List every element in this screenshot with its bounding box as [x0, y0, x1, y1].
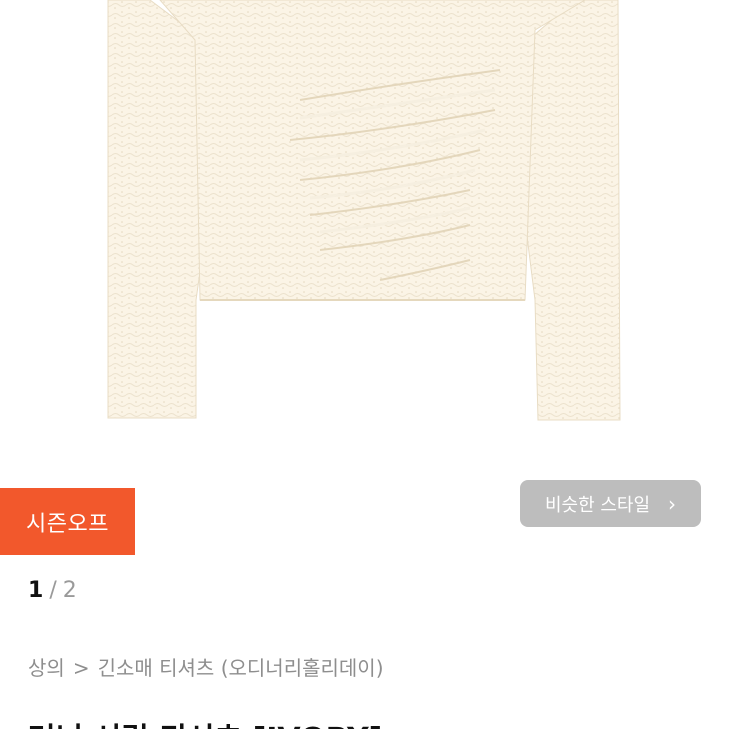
pagination-separator: / — [49, 578, 57, 603]
breadcrumb-item-category[interactable]: 상의 — [28, 656, 65, 680]
breadcrumb: 상의 > 긴소매 티셔츠 (오디너리홀리데이) — [28, 652, 384, 681]
shirt-illustration — [107, 0, 621, 421]
breadcrumb-item-subcategory[interactable]: 긴소매 티셔츠 (오디너리홀리데이) — [98, 656, 384, 680]
similar-style-button[interactable]: 비슷한 스타일 › — [520, 480, 701, 527]
breadcrumb-separator: > — [72, 656, 90, 680]
product-image[interactable] — [0, 0, 729, 470]
chevron-right-icon: › — [668, 491, 677, 516]
similar-style-label: 비슷한 스타일 — [544, 494, 651, 516]
season-off-label: 시즌오프 — [26, 511, 109, 537]
pagination-total: 2 — [62, 578, 77, 603]
pagination-current: 1 — [28, 578, 44, 603]
season-off-badge: 시즌오프 — [0, 488, 135, 555]
product-title: 러닝 셔링 티셔츠 [IVORY] — [28, 714, 383, 729]
image-pagination: 1/2 — [28, 578, 77, 603]
product-detail-page: 시즌오프 비슷한 스타일 › 1/2 상의 > 긴소매 티셔츠 (오디너리홀리데이)… — [0, 0, 729, 729]
